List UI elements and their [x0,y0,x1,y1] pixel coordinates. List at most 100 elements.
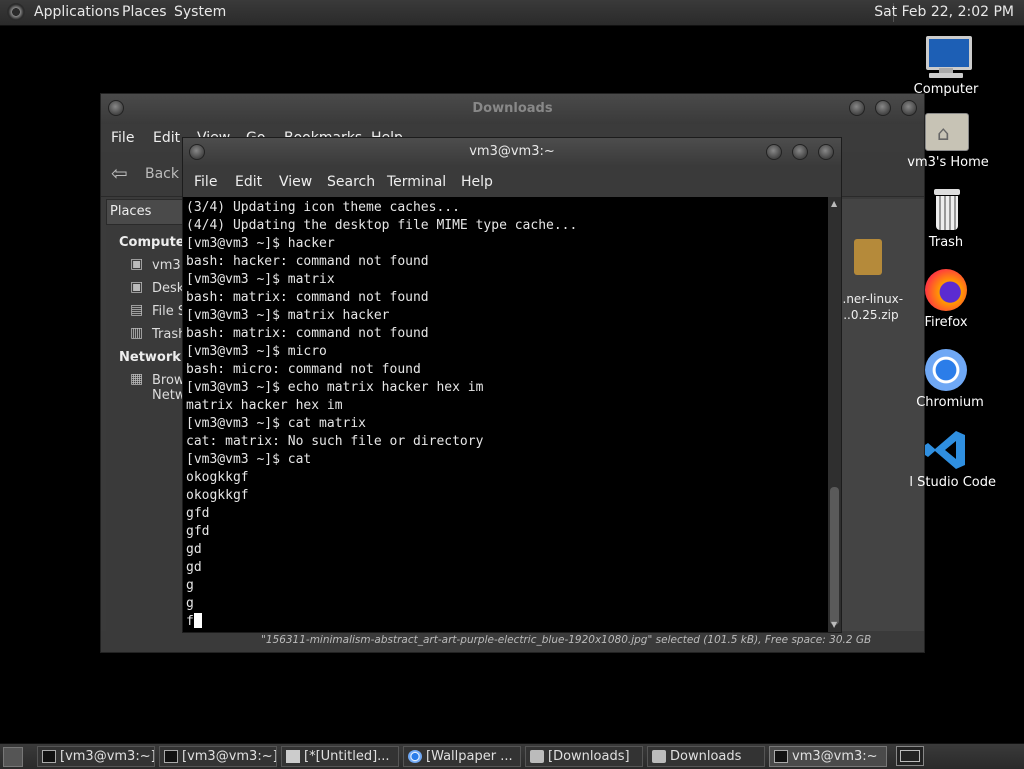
sidebar-heading-network: Network [119,350,181,365]
trash-icon [923,187,969,233]
term-menu-terminal[interactable]: Terminal [387,174,446,190]
desktop-icon-trash[interactable]: Trash [896,187,996,250]
file-manager-titlebar[interactable]: Downloads [101,94,924,124]
terminal-titlebar[interactable]: vm3@vm3:~ [183,138,841,166]
bottom-taskbar: [vm3@vm3:~] [vm3@vm3:~] [*[Untitled]... … [0,743,1024,769]
terminal-line: gfd [186,506,210,521]
maximize-button[interactable] [792,144,808,160]
show-desktop-button[interactable] [3,747,23,767]
back-button[interactable]: ⇦ Back [111,162,181,186]
terminal-output[interactable]: (3/4) Updating icon theme caches... (4/4… [183,197,828,632]
back-arrow-icon: ⇦ [111,161,128,185]
taskbar-item-downloads-2[interactable]: Downloads [647,746,765,767]
trash-icon: ▥ [130,325,144,341]
status-text: "156311-minimalism-abstract_art-art-purp… [261,634,872,646]
taskbar-item-label: [vm3@vm3:~] [60,749,155,764]
applications-menu[interactable]: Applications [34,4,120,20]
terminal-text: (3/4) Updating icon theme caches... (4/4… [183,197,828,631]
back-label: Back [145,166,179,182]
scroll-down-arrow-icon[interactable]: ▼ [831,620,837,629]
desktop-icon-chromium[interactable]: Chromium [896,347,996,410]
taskbar-item-terminal-2[interactable]: [vm3@vm3:~] [159,746,277,767]
desktop-folder-icon: ▣ [130,279,144,295]
terminal-lines: (3/4) Updating icon theme caches... (4/4… [186,200,577,611]
taskbar-item-terminal-1[interactable]: [vm3@vm3:~] [37,746,155,767]
terminal-line: [vm3@vm3 ~]$ cat [186,452,312,467]
close-button[interactable] [818,144,834,160]
term-menu-edit[interactable]: Edit [235,174,262,190]
chromium-icon [923,347,969,393]
terminal-line: [vm3@vm3 ~]$ matrix hacker [186,308,390,323]
system-menu[interactable]: System [174,4,226,20]
workspace-switcher[interactable] [896,746,924,766]
desktop-icon-label: Firefox [924,315,968,330]
taskbar-item-chromium[interactable]: [Wallpaper ... [403,746,521,767]
top-panel: Applications Places System Sat Feb 22, 2… [0,0,1024,26]
taskbar-item-label: [vm3@vm3:~] [182,749,277,764]
minimize-button[interactable] [849,100,865,116]
taskbar-item-terminal-active[interactable]: vm3@vm3:~ [769,746,887,767]
distro-logo-icon[interactable] [7,3,25,21]
maximize-button[interactable] [875,100,891,116]
terminal-menubar: File Edit View Search Terminal Help [183,166,841,196]
terminal-line: g [186,596,194,611]
fm-menu-file[interactable]: File [111,130,134,146]
terminal-scrollbar-thumb[interactable] [830,487,839,625]
terminal-line: [vm3@vm3 ~]$ hacker [186,236,335,251]
terminal-line: gfd [186,524,210,539]
text-editor-icon [286,750,300,763]
scroll-up-arrow-icon[interactable]: ▲ [831,199,837,208]
computer-icon [923,34,972,80]
terminal-cursor [193,613,202,628]
sidebar-heading-computer: Computer [119,235,192,250]
fm-menu-edit[interactable]: Edit [153,130,180,146]
workspace-1[interactable] [900,750,920,762]
folder-icon [652,750,666,763]
terminal-line: [vm3@vm3 ~]$ cat matrix [186,416,367,431]
places-menu[interactable]: Places [122,4,167,20]
taskbar-item-text-editor[interactable]: [*[Untitled]... [281,746,399,767]
terminal-line: [vm3@vm3 ~]$ matrix [186,272,335,287]
terminal-line: bash: micro: command not found [186,362,421,377]
terminal-line: cat: matrix: No such file or directory [186,434,484,449]
desktop-icon-computer[interactable]: Computer [896,34,996,97]
terminal-line: (4/4) Updating the desktop file MIME typ… [186,218,578,233]
chromium-icon [408,750,422,763]
firefox-icon [923,267,969,313]
terminal-line: gd [186,542,202,557]
terminal-line: bash: matrix: command not found [186,290,429,305]
terminal-icon [164,750,178,763]
desktop-icon-home[interactable]: ⌂ vm3's Home [896,107,996,170]
home-folder-icon: ▣ [130,256,144,272]
terminal-icon [42,750,56,763]
sidebar-header-label: Places [110,204,152,219]
desktop-icon-label: vm3's Home [907,155,989,170]
desktop-icon-firefox[interactable]: Firefox [896,267,996,330]
desktop-icon-vscode[interactable]: Visual Studio Code [896,427,996,490]
terminal-line: [vm3@vm3 ~]$ micro [186,344,327,359]
terminal-line: gd [186,560,202,575]
terminal-window[interactable]: vm3@vm3:~ File Edit View Search Terminal… [182,137,842,633]
sidebar-item-label: vm3 [152,258,181,273]
desktop-icon-label: Visual Studio Code [910,475,996,490]
terminal-line: okogkkgf [186,470,249,485]
taskbar-item-label: [Downloads] [548,749,630,764]
term-menu-view[interactable]: View [279,174,312,190]
terminal-line: (3/4) Updating icon theme caches... [186,200,460,215]
desktop-icon-label: Trash [928,235,964,250]
terminal-scrollbar[interactable]: ▲ ▼ [828,197,841,632]
desktop-icon-label: Computer [913,82,979,97]
minimize-button[interactable] [766,144,782,160]
network-icon: ▦ [130,371,144,387]
file-manager-statusbar: "156311-minimalism-abstract_art-art-purp… [101,631,924,652]
term-menu-search[interactable]: Search [327,174,375,190]
clock[interactable]: Sat Feb 22, 2:02 PM [874,4,1014,20]
terminal-line: bash: hacker: command not found [186,254,429,269]
term-menu-help[interactable]: Help [461,174,493,190]
terminal-line: matrix hacker hex im [186,398,343,413]
terminal-line: [vm3@vm3 ~]$ echo matrix hacker hex im [186,380,484,395]
terminal-icon [774,750,788,763]
terminal-current-input: f [186,614,194,629]
term-menu-file[interactable]: File [194,174,217,190]
taskbar-item-downloads-1[interactable]: [Downloads] [525,746,643,767]
